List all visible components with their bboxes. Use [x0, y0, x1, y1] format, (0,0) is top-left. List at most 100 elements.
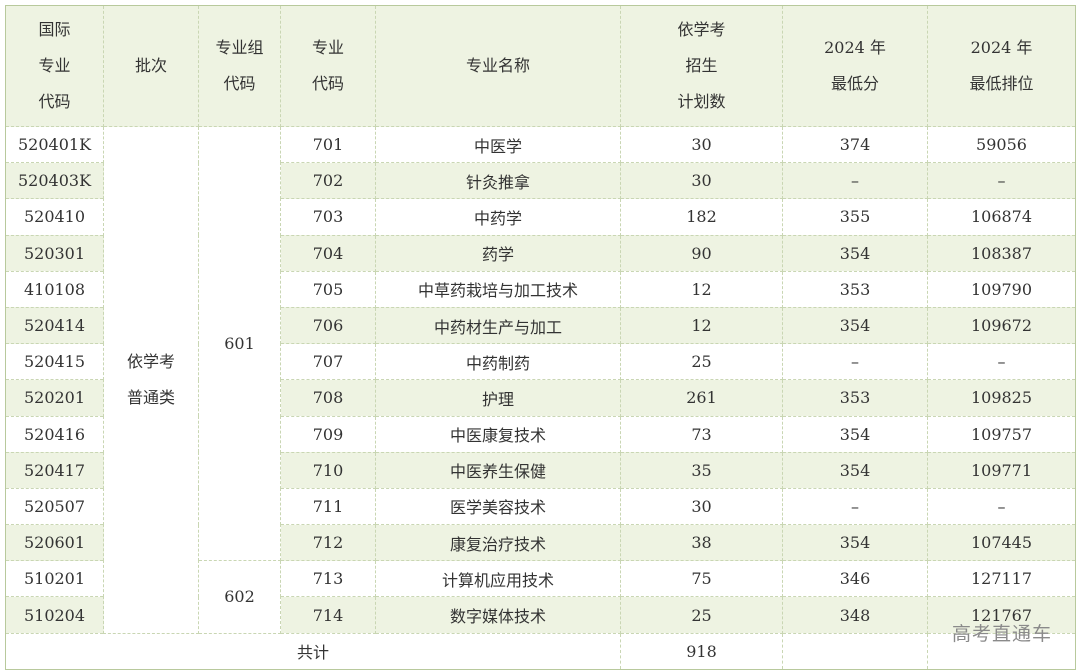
group-code-cell: 601: [198, 125, 281, 562]
min-score-cell: 353: [782, 379, 928, 417]
table-body: 520401K 依学考 普通类 601 701 中医学 30 374 59056…: [5, 125, 1076, 671]
header-min-score: 2024 年 最低分: [782, 5, 928, 127]
major-name-cell: 中草药栽培与加工技术: [375, 270, 621, 308]
min-score-cell: 354: [782, 524, 928, 562]
total-empty-score: [782, 632, 928, 671]
min-rank-cell: 108387: [927, 234, 1076, 272]
min-score-cell: 348: [782, 596, 928, 634]
plan-cell: 25: [620, 343, 783, 381]
intl-code-cell: 520417: [5, 451, 104, 489]
plan-cell: 75: [620, 560, 783, 598]
major-code-cell: 704: [280, 234, 376, 272]
intl-code-cell: 520410: [5, 198, 104, 236]
header-plan: 依学考 招生 计划数: [620, 5, 783, 127]
group-code-cell: 602: [198, 560, 281, 634]
admissions-table: 国际 专业 代码 批次 专业组 代码 专业 代码 专业名称 依学考 招生 计划数: [5, 5, 1076, 671]
min-score-cell: 374: [782, 125, 928, 164]
intl-code-cell: 520601: [5, 524, 104, 562]
header-major-name: 专业名称: [375, 5, 621, 127]
min-score-cell: –: [782, 343, 928, 381]
plan-cell: 35: [620, 451, 783, 489]
plan-cell: 90: [620, 234, 783, 272]
major-name-cell: 针灸推拿: [375, 162, 621, 200]
min-rank-cell: 109757: [927, 415, 1076, 453]
plan-cell: 38: [620, 524, 783, 562]
intl-code-cell: 520201: [5, 379, 104, 417]
major-name-cell: 数字媒体技术: [375, 596, 621, 634]
header-group-code: 专业组 代码: [198, 5, 281, 127]
header-intl-code: 国际 专业 代码: [5, 5, 104, 127]
min-rank-cell: 106874: [927, 198, 1076, 236]
intl-code-cell: 520301: [5, 234, 104, 272]
min-rank-cell: 109771: [927, 451, 1076, 489]
intl-code-cell: 520414: [5, 306, 104, 345]
major-code-cell: 712: [280, 524, 376, 562]
major-name-cell: 中药制药: [375, 343, 621, 381]
major-code-cell: 714: [280, 596, 376, 634]
plan-cell: 30: [620, 162, 783, 200]
min-score-cell: 346: [782, 560, 928, 598]
min-score-cell: –: [782, 487, 928, 526]
min-rank-cell: 109825: [927, 379, 1076, 417]
major-code-cell: 701: [280, 125, 376, 164]
header-batch: 批次: [103, 5, 199, 127]
intl-code-cell: 520416: [5, 415, 104, 453]
plan-cell: 12: [620, 306, 783, 345]
plan-cell: 182: [620, 198, 783, 236]
plan-cell: 30: [620, 487, 783, 526]
total-row: 共计 918: [5, 632, 1076, 671]
major-code-cell: 707: [280, 343, 376, 381]
major-name-cell: 护理: [375, 379, 621, 417]
major-code-cell: 703: [280, 198, 376, 236]
plan-cell: 73: [620, 415, 783, 453]
intl-code-cell: 410108: [5, 270, 104, 308]
watermark: 高考直通车: [951, 623, 1052, 645]
major-name-cell: 中药材生产与加工: [375, 306, 621, 345]
major-code-cell: 708: [280, 379, 376, 417]
min-score-cell: 354: [782, 415, 928, 453]
major-name-cell: 中医养生保健: [375, 451, 621, 489]
major-code-cell: 709: [280, 415, 376, 453]
intl-code-cell: 520401K: [5, 125, 104, 164]
major-code-cell: 713: [280, 560, 376, 598]
min-rank-cell: 109790: [927, 270, 1076, 308]
min-rank-cell: –: [927, 343, 1076, 381]
plan-cell: 12: [620, 270, 783, 308]
header-row: 国际 专业 代码 批次 专业组 代码 专业 代码 专业名称 依学考 招生 计划数: [5, 5, 1076, 127]
major-name-cell: 药学: [375, 234, 621, 272]
min-score-cell: 354: [782, 234, 928, 272]
min-rank-cell: 127117: [927, 560, 1076, 598]
major-name-cell: 中医康复技术: [375, 415, 621, 453]
major-name-cell: 计算机应用技术: [375, 560, 621, 598]
min-score-cell: 353: [782, 270, 928, 308]
min-rank-cell: –: [927, 487, 1076, 526]
min-rank-cell: –: [927, 162, 1076, 200]
major-name-cell: 中药学: [375, 198, 621, 236]
header-min-rank: 2024 年 最低排位: [927, 5, 1076, 127]
plan-cell: 30: [620, 125, 783, 164]
min-rank-cell: 59056: [927, 125, 1076, 164]
min-rank-cell: 109672: [927, 306, 1076, 345]
header-major-code: 专业 代码: [280, 5, 376, 127]
intl-code-cell: 520415: [5, 343, 104, 381]
intl-code-cell: 520403K: [5, 162, 104, 200]
min-rank-cell: 107445: [927, 524, 1076, 562]
table-row: 520401K 依学考 普通类 601 701 中医学 30 374 59056: [5, 125, 1076, 634]
intl-code-cell: 510201: [5, 560, 104, 598]
batch-cell: 依学考 普通类: [103, 126, 199, 634]
major-code-cell: 706: [280, 306, 376, 345]
major-code-cell: 702: [280, 162, 376, 200]
major-name-cell: 医学美容技术: [375, 487, 621, 526]
intl-code-cell: 520507: [5, 487, 104, 526]
major-code-cell: 705: [280, 270, 376, 308]
major-code-cell: 711: [280, 487, 376, 526]
total-label: 共计: [5, 632, 621, 671]
min-score-cell: 355: [782, 198, 928, 236]
major-name-cell: 中医学: [375, 125, 621, 164]
intl-code-cell: 510204: [5, 596, 104, 634]
plan-cell: 261: [620, 379, 783, 417]
min-score-cell: –: [782, 162, 928, 200]
plan-cell: 25: [620, 596, 783, 634]
min-score-cell: 354: [782, 451, 928, 489]
major-name-cell: 康复治疗技术: [375, 524, 621, 562]
